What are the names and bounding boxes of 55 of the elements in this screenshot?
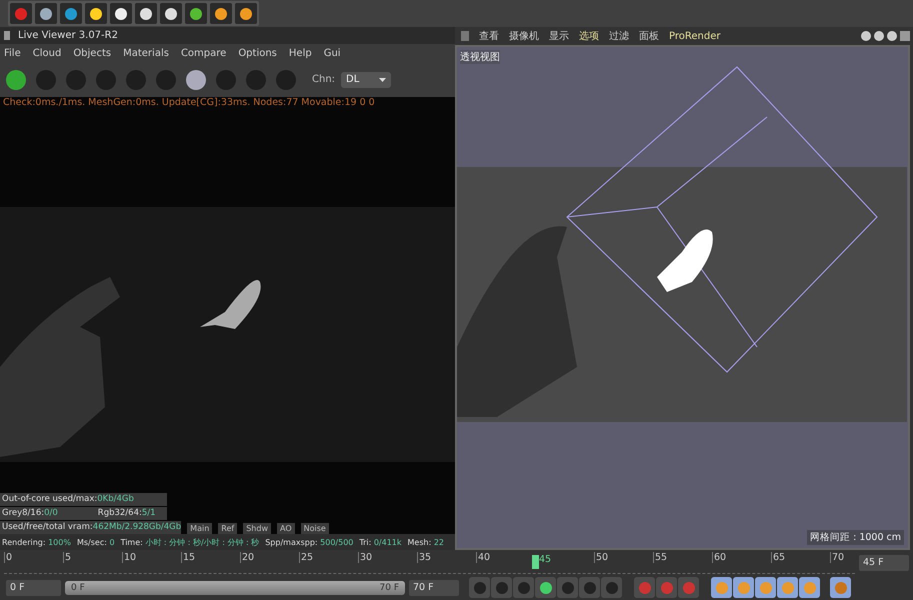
menu-item[interactable]: 查看 xyxy=(479,29,499,43)
menu-item[interactable]: ProRender xyxy=(669,30,720,42)
menu-item[interactable]: Objects xyxy=(73,48,112,58)
frame-tick: 5 xyxy=(63,552,72,562)
status-item: Spp/maxspp: 500/500 xyxy=(265,538,354,546)
end-frame-field[interactable]: 70 F xyxy=(409,580,459,596)
frame-tick: 65 xyxy=(771,552,786,562)
channel-label: Chn: xyxy=(312,74,336,85)
frame-tick: 50 xyxy=(594,552,608,562)
frame-tick: 60 xyxy=(712,552,726,562)
pass-tab[interactable]: Main xyxy=(187,523,212,534)
caret-icon xyxy=(379,78,386,82)
frame-tick: 35 xyxy=(417,552,432,562)
pass-tab[interactable]: AO xyxy=(277,523,295,534)
pass-tab[interactable]: Shdw xyxy=(243,523,271,534)
menu-item[interactable]: 选项 xyxy=(579,29,599,43)
menu-item[interactable]: 摄像机 xyxy=(509,29,539,43)
status-item: Rendering: 100% xyxy=(2,538,71,546)
frame-tick: 20 xyxy=(240,552,254,562)
window-title: Live Viewer 3.07-R2 xyxy=(18,30,118,41)
menu-item[interactable]: Materials xyxy=(123,48,169,58)
menu-item[interactable]: Help xyxy=(288,48,312,58)
view-name: 透视视图 xyxy=(460,50,500,64)
start-frame-field[interactable]: 0 F xyxy=(6,580,61,596)
frame-tick: 15 xyxy=(181,552,196,562)
menu-item[interactable]: Cloud xyxy=(32,48,62,58)
menu-item[interactable]: 显示 xyxy=(549,29,569,43)
current-frame-field[interactable]: 45 F xyxy=(859,554,909,570)
window-icon xyxy=(4,31,10,40)
playhead[interactable] xyxy=(532,554,539,568)
grid-spacing-label: 网格间距 : 1000 cm xyxy=(807,530,904,545)
pass-tab[interactable]: Noise xyxy=(300,523,329,534)
frame-tick: 0 xyxy=(4,552,12,562)
frame-tick: 55 xyxy=(653,552,668,562)
status-item: Tri: 0/411k xyxy=(359,538,402,546)
frame-tick: 30 xyxy=(358,552,372,562)
timeline-ruler[interactable]: 0 5 10 15 20 25 30 35 40 45 50 55 60 65 70 xyxy=(4,552,855,574)
menu-item[interactable]: 过滤 xyxy=(609,29,629,43)
channel-dropdown[interactable]: DL xyxy=(341,72,392,88)
status-item: Mesh: 22 xyxy=(408,538,444,546)
frame-tick: 70 xyxy=(830,552,844,562)
pass-tab[interactable]: Ref xyxy=(218,523,238,534)
grip-icon xyxy=(461,31,469,41)
frame-tick: 40 xyxy=(476,552,490,562)
menu-item[interactable]: 面板 xyxy=(639,29,659,43)
frame-tick: 10 xyxy=(122,552,136,562)
menu-item[interactable]: Gui xyxy=(324,48,341,58)
frame-tick: 25 xyxy=(299,552,314,562)
menu-item[interactable]: Options xyxy=(238,48,277,58)
frame-range-slider[interactable]: 0 F 70 F xyxy=(65,580,405,594)
menu-item[interactable]: File xyxy=(4,48,21,58)
menu-item[interactable]: Compare xyxy=(180,48,226,58)
playhead-frame: 45 xyxy=(539,554,552,564)
status-item: Time: 小时 : 分钟 : 秒/小时 : 分钟 : 秒 xyxy=(120,536,260,548)
status-item: Ms/sec: 0 xyxy=(76,538,115,546)
